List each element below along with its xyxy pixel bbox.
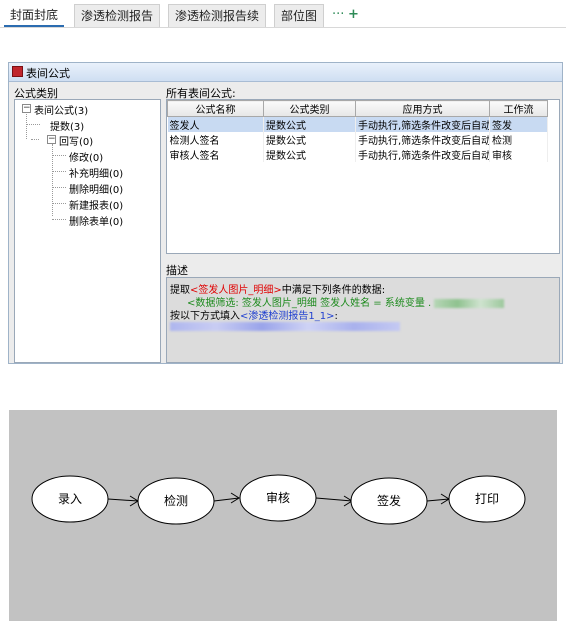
- redacted-value: [170, 321, 400, 331]
- table-cell: 审核: [489, 147, 548, 162]
- tree-item-modify[interactable]: 修改(0): [69, 149, 103, 164]
- tab-cover[interactable]: 封面封底: [4, 4, 65, 27]
- tab-inspection-report-cont[interactable]: 渗透检测报告续: [168, 4, 267, 27]
- table-cell: 提数公式: [263, 116, 356, 132]
- table-cell: 手动执行,筛选条件改变后自动: [355, 116, 490, 132]
- table-cell: 手动执行,筛选条件改变后自动: [355, 147, 490, 162]
- tree-connector: [52, 187, 66, 188]
- column-header[interactable]: 公式名称: [167, 100, 264, 117]
- table-cell: 签发人: [167, 116, 264, 132]
- tree-item-add-detail[interactable]: 补充明细(0): [69, 165, 123, 180]
- tab-strip: 封面封底 渗透检测报告 渗透检测报告续 部位图 ··· +: [0, 0, 566, 28]
- tree-connector: [52, 171, 66, 172]
- table-row[interactable]: 签发人 提数公式 手动执行,筛选条件改变后自动 签发: [167, 116, 548, 132]
- formula-dialog: 表间公式 公式类别 所有表间公式: − 表间公式(3) 提数(3) − 回写(0…: [8, 62, 563, 364]
- column-header[interactable]: 应用方式: [355, 100, 490, 117]
- formula-grid[interactable]: 公式名称 公式类别 应用方式 工作流 签发人 提数公式 手动执行,筛选条件改变后…: [166, 99, 560, 254]
- tree-connector: [26, 114, 27, 139]
- redacted-value: [434, 298, 505, 308]
- table-cell: 检测人签名: [167, 132, 264, 147]
- category-tree[interactable]: − 表间公式(3) 提数(3) − 回写(0) 修改(0) 补充明细(0) 删除…: [14, 99, 161, 363]
- more-tabs-icon[interactable]: ···: [332, 4, 344, 26]
- flow-node-label: 打印: [475, 492, 499, 506]
- tree-item-delete-form[interactable]: 删除表单(0): [69, 213, 123, 228]
- table-cell: 检测: [489, 132, 548, 147]
- flow-node-label: 签发: [377, 493, 401, 508]
- add-tab-icon[interactable]: +: [348, 4, 359, 26]
- tree-connector: [52, 203, 66, 204]
- tree-item-fetch[interactable]: 提数(3): [50, 118, 84, 133]
- workflow-diagram: 录入 检测 审核 签发 打印: [9, 410, 557, 621]
- description-panel[interactable]: 提取<签发人图片_明细>中满足下列条件的数据: <数据筛选: 签发人图片_明细 …: [166, 277, 560, 363]
- tree-item-new-report[interactable]: 新建报表(0): [69, 197, 123, 212]
- tab-location-diagram[interactable]: 部位图: [274, 4, 325, 27]
- table-row[interactable]: 审核人签名 提数公式 手动执行,筛选条件改变后自动 审核: [167, 147, 548, 162]
- column-header[interactable]: 公式类别: [263, 100, 356, 117]
- table-cell: 提数公式: [263, 132, 356, 147]
- flow-connector: [315, 497, 353, 502]
- table-header-row: 公式名称 公式类别 应用方式 工作流: [167, 100, 548, 117]
- desc-line-4: [170, 321, 400, 332]
- table-cell: 审核人签名: [167, 147, 264, 162]
- tree-connector: [31, 139, 39, 140]
- tab-inspection-report[interactable]: 渗透检测报告: [74, 4, 161, 27]
- tree-connector: [52, 219, 66, 220]
- collapse-icon[interactable]: −: [22, 104, 31, 113]
- tab-baseline: [0, 27, 566, 28]
- flow-node-label: 录入: [58, 492, 82, 506]
- dialog-title: 表间公式: [26, 67, 70, 80]
- tree-item-delete-detail[interactable]: 删除明细(0): [69, 181, 123, 196]
- tree-item-root[interactable]: 表间公式(3): [34, 102, 88, 117]
- desc-line-3: 按以下方式填入<渗透检测报告1_1>:: [170, 307, 338, 322]
- formula-table: 公式名称 公式类别 应用方式 工作流 签发人 提数公式 手动执行,筛选条件改变后…: [167, 100, 548, 162]
- flow-node-label: 审核: [266, 490, 290, 505]
- workflow-svg: 录入 检测 审核 签发 打印: [31, 474, 526, 525]
- dialog-titlebar: 表间公式: [9, 63, 562, 82]
- description-label: 描述: [166, 264, 188, 277]
- table-cell: 签发: [489, 116, 548, 132]
- formula-icon: [12, 66, 23, 77]
- tree-item-writeback[interactable]: 回写(0): [59, 133, 93, 148]
- table-row[interactable]: 检测人签名 提数公式 手动执行,筛选条件改变后自动 检测: [167, 132, 548, 147]
- table-cell: 提数公式: [263, 147, 356, 162]
- column-header[interactable]: 工作流: [489, 100, 548, 117]
- flow-connector: [107, 498, 139, 502]
- flow-node-label: 检测: [164, 493, 188, 508]
- tree-connector: [52, 155, 66, 156]
- collapse-icon[interactable]: −: [47, 135, 56, 144]
- tree-connector: [26, 124, 40, 125]
- table-cell: 手动执行,筛选条件改变后自动: [355, 132, 490, 147]
